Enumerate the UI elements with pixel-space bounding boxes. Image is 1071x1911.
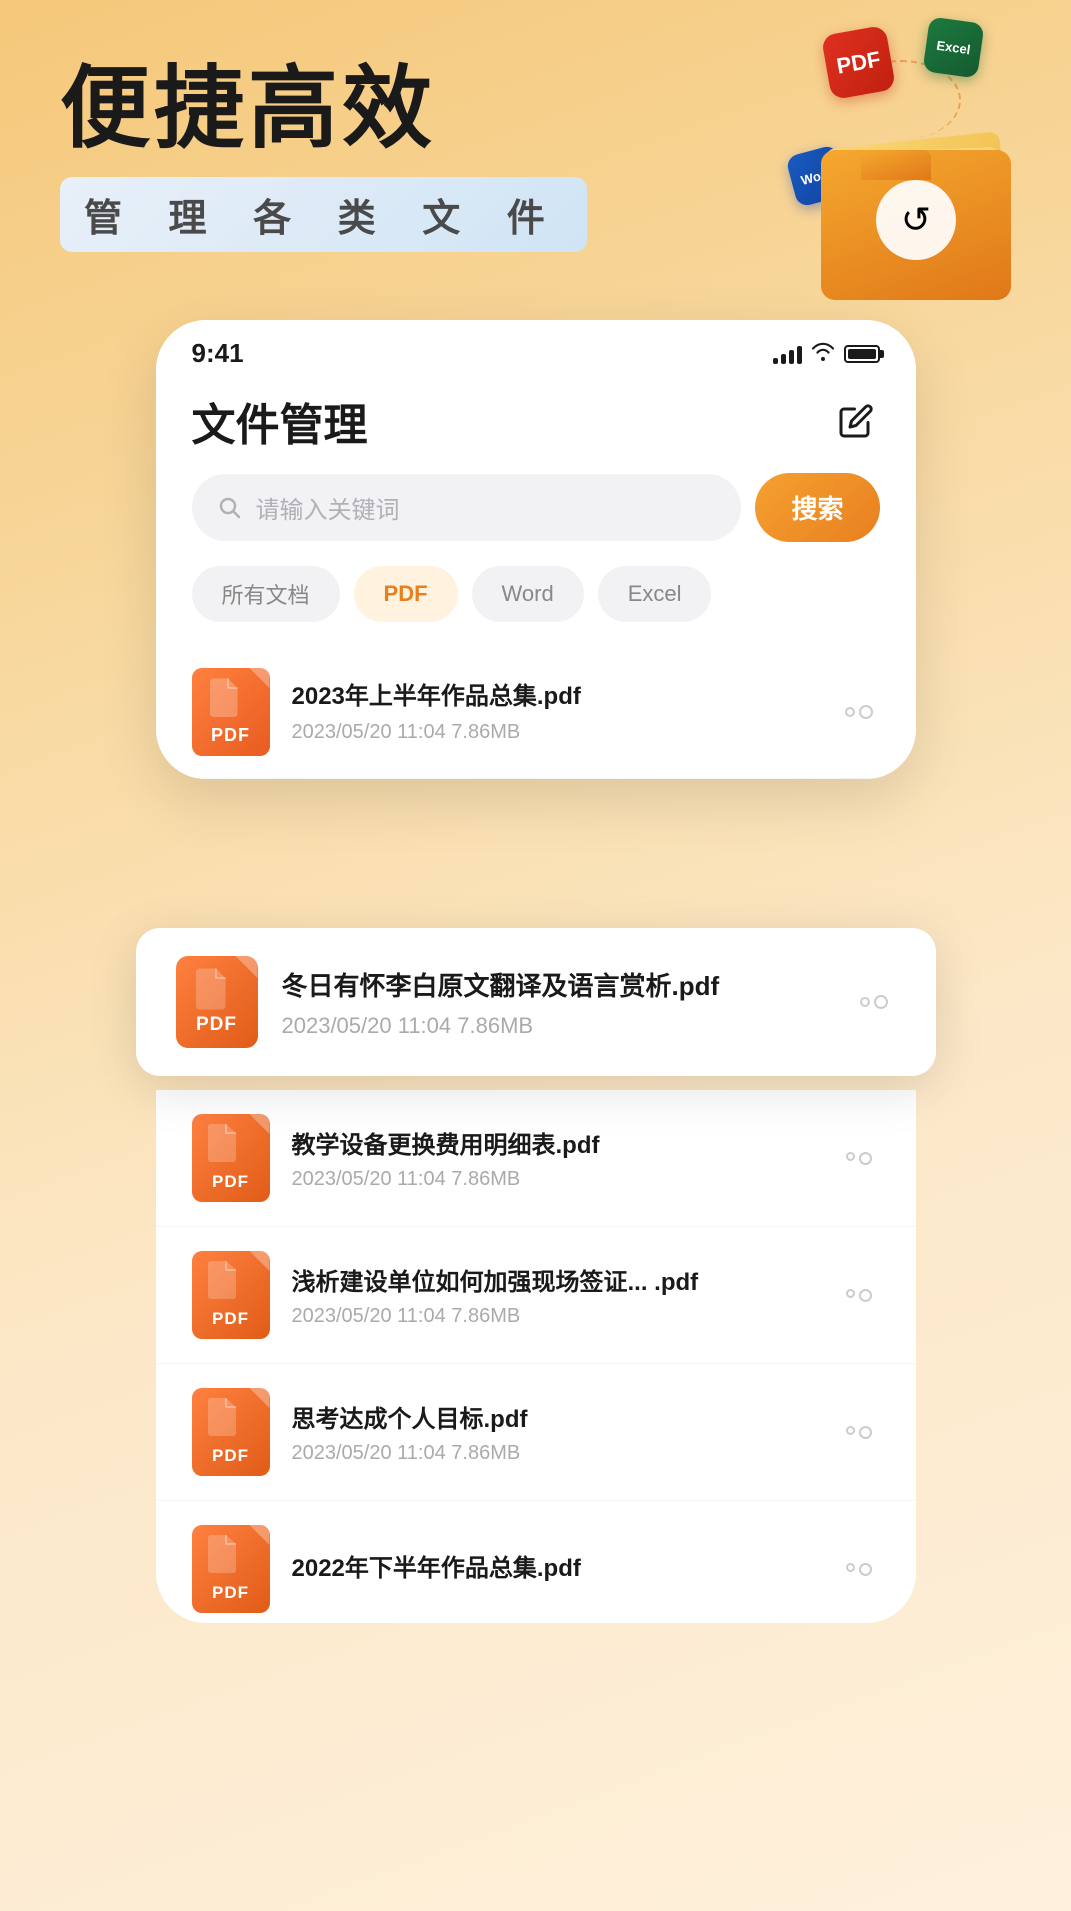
folder-icon: ↺: [811, 100, 1011, 300]
file-info-3: 教学设备更换费用明细表.pdf 2023/05/20 11:04 7.86MB: [292, 1125, 838, 1191]
file-more-4[interactable]: [838, 1274, 880, 1316]
file-name-5: 思考达成个人目标.pdf: [292, 1399, 838, 1434]
wifi-icon: [810, 341, 836, 367]
filter-tab-word[interactable]: Word: [472, 566, 584, 622]
battery-icon: [844, 345, 880, 363]
file-info-1: 2023年上半年作品总集.pdf 2023/05/20 11:04 7.86MB: [292, 680, 838, 745]
search-button[interactable]: 搜索: [755, 473, 879, 542]
elevated-file-meta: 2023/05/20 11:04 7.86MB: [282, 1013, 852, 1039]
search-icon: [216, 494, 244, 522]
status-icons: [773, 341, 880, 367]
filter-tab-pdf[interactable]: PDF: [354, 566, 458, 622]
file-meta-3: 2023/05/20 11:04 7.86MB: [292, 1168, 838, 1191]
pdf-floating-icon: PDF: [821, 25, 896, 100]
file-item-3[interactable]: PDF 教学设备更换费用明细表.pdf 2023/05/20 11:04 7.8…: [156, 1090, 916, 1227]
edit-icon: [838, 403, 874, 439]
edit-button[interactable]: [832, 397, 880, 445]
filter-tab-all[interactable]: 所有文档: [192, 566, 340, 622]
file-more-3[interactable]: [838, 1137, 880, 1179]
file-item-1[interactable]: PDF 2023年上半年作品总集.pdf 2023/05/20 11:04 7.…: [156, 646, 916, 779]
filter-tab-excel[interactable]: Excel: [598, 566, 712, 622]
file-more-6[interactable]: [838, 1548, 880, 1590]
more-dots-elevated: [860, 995, 888, 1009]
file-name-6: 2022年下半年作品总集.pdf: [292, 1548, 838, 1583]
file-item-4[interactable]: PDF 浅析建设单位如何加强现场签证... .pdf 2023/05/20 11…: [156, 1227, 916, 1364]
search-bar: 请输入关键词 搜索: [156, 473, 916, 566]
phone-mockup: 9:41: [156, 320, 916, 779]
elevated-file-name: 冬日有怀李白原文翻译及语言赏析.pdf: [282, 966, 852, 1003]
search-placeholder: 请输入关键词: [256, 490, 400, 525]
app-header: 文件管理: [156, 379, 916, 473]
status-bar: 9:41: [156, 320, 916, 379]
file-name-4: 浅析建设单位如何加强现场签证... .pdf: [292, 1262, 838, 1297]
file-info-5: 思考达成个人目标.pdf 2023/05/20 11:04 7.86MB: [292, 1399, 838, 1465]
hero-subtitle: 管 理 各 类 文 件: [60, 177, 587, 252]
filter-tabs: 所有文档 PDF Word Excel: [156, 566, 916, 646]
file-name-1: 2023年上半年作品总集.pdf: [292, 680, 838, 714]
more-dots-1: [845, 705, 873, 719]
file-info-4: 浅析建设单位如何加强现场签证... .pdf 2023/05/20 11:04 …: [292, 1262, 838, 1328]
file-meta-1: 2023/05/20 11:04 7.86MB: [292, 721, 838, 744]
search-input-wrap[interactable]: 请输入关键词: [192, 474, 742, 541]
file-list: PDF 2023年上半年作品总集.pdf 2023/05/20 11:04 7.…: [156, 646, 916, 779]
file-meta-5: 2023/05/20 11:04 7.86MB: [292, 1442, 838, 1465]
pdf-label-elevated: PDF: [196, 1014, 237, 1036]
file-item-6[interactable]: PDF 2022年下半年作品总集.pdf: [156, 1501, 916, 1623]
pdf-file-icon-4: PDF: [192, 1251, 270, 1339]
pdf-file-icon-1: PDF: [192, 668, 270, 756]
pdf-file-icon-5: PDF: [192, 1388, 270, 1476]
app-title: 文件管理: [192, 389, 368, 453]
elevated-file-item[interactable]: PDF 冬日有怀李白原文翻译及语言赏析.pdf 2023/05/20 11:04…: [136, 928, 936, 1076]
pdf-file-icon-6: PDF: [192, 1525, 270, 1613]
folder-arrow-icon: ↺: [876, 180, 956, 260]
file-more-1[interactable]: [838, 691, 880, 733]
status-time: 9:41: [192, 338, 244, 369]
file-more-5[interactable]: [838, 1411, 880, 1453]
file-name-3: 教学设备更换费用明细表.pdf: [292, 1125, 838, 1160]
file-item-5[interactable]: PDF 思考达成个人目标.pdf 2023/05/20 11:04 7.86MB: [156, 1364, 916, 1501]
file-info-6: 2022年下半年作品总集.pdf: [292, 1548, 838, 1591]
battery-fill: [848, 349, 876, 359]
remaining-files: PDF 教学设备更换费用明细表.pdf 2023/05/20 11:04 7.8…: [156, 1090, 916, 1623]
hero-section: 便捷高效 管 理 各 类 文 件 PDF Excel Word ↺: [0, 0, 1071, 340]
floating-icons: PDF Excel Word ↺: [751, 20, 1011, 300]
pdf-file-icon-3: PDF: [192, 1114, 270, 1202]
file-meta-4: 2023/05/20 11:04 7.86MB: [292, 1305, 838, 1328]
elevated-file-info: 冬日有怀李白原文翻译及语言赏析.pdf 2023/05/20 11:04 7.8…: [282, 966, 852, 1039]
elevated-file-more[interactable]: [852, 980, 896, 1024]
pdf-file-icon-elevated: PDF: [176, 956, 258, 1048]
signal-icon: [773, 344, 802, 364]
excel-floating-icon: Excel: [922, 16, 984, 78]
phone-mockup-container: 9:41: [156, 320, 916, 779]
